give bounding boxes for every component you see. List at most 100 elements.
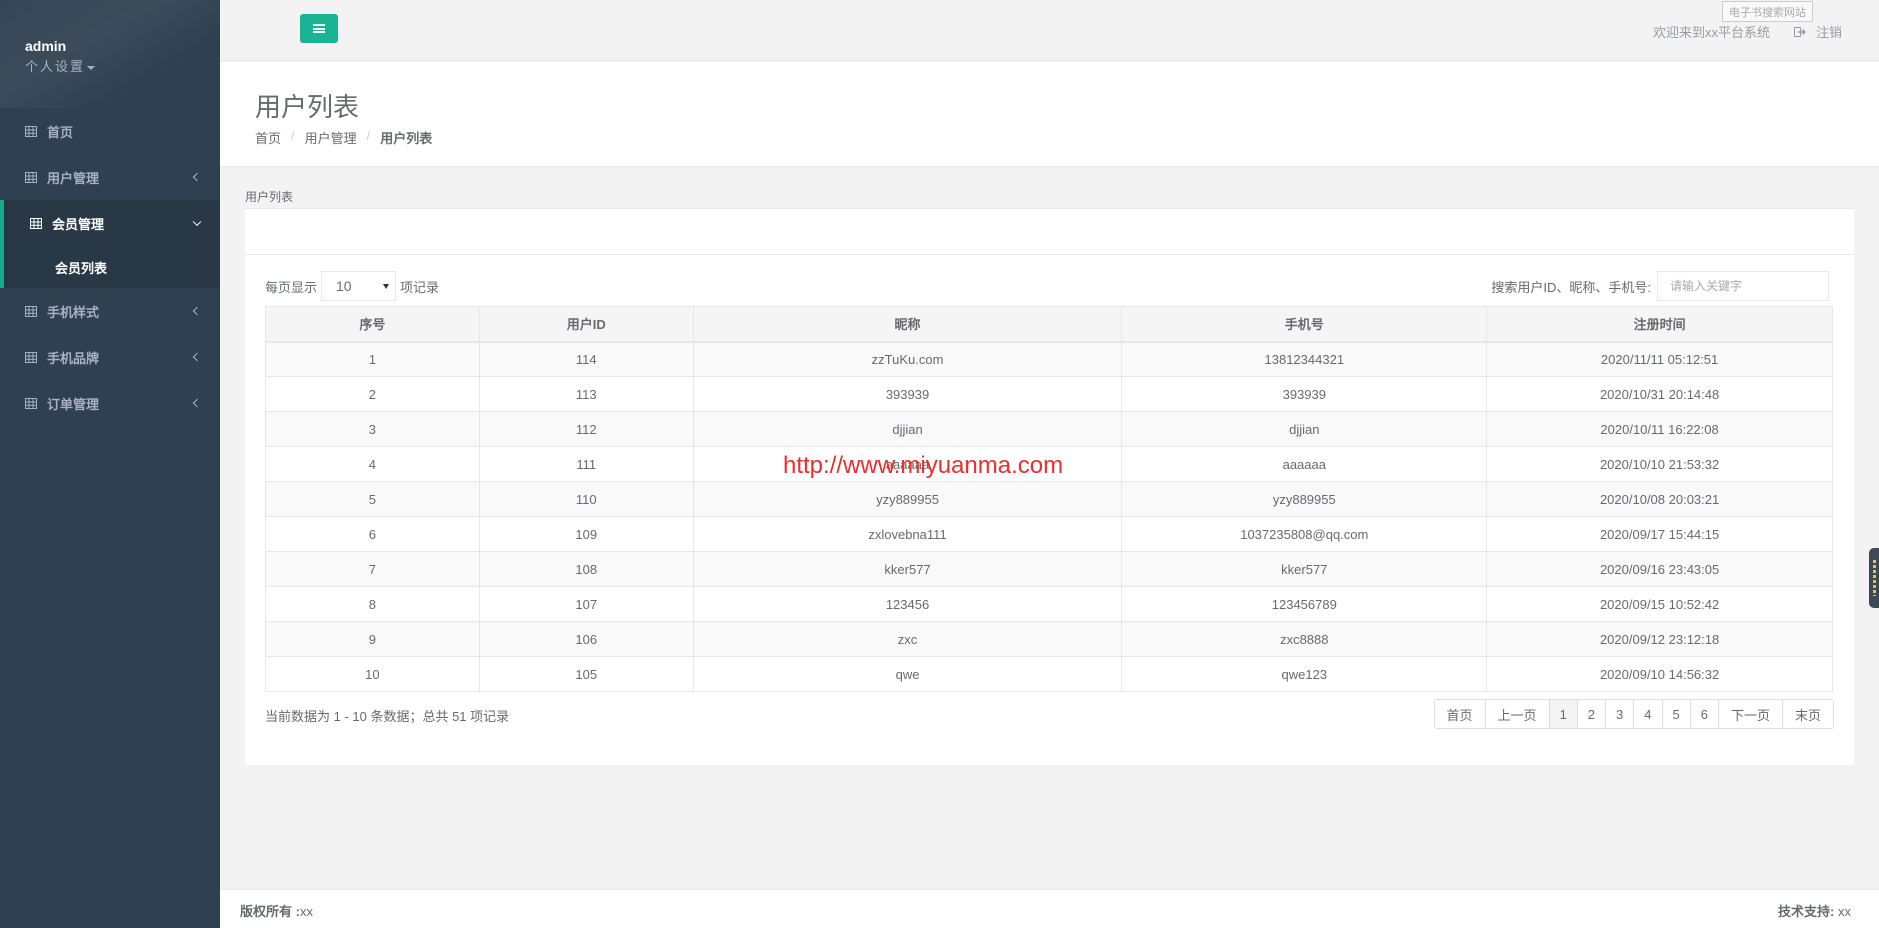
column-header-nickname[interactable]: 昵称 bbox=[692, 306, 1123, 343]
profile-name[interactable]: admin bbox=[25, 38, 220, 54]
sidebar-item-member-management[interactable]: 会员管理 bbox=[0, 200, 220, 246]
breadcrumb-item-user-management[interactable]: 用户管理 bbox=[305, 128, 357, 147]
sidebar-item-order-management[interactable]: 订单管理 bbox=[0, 380, 220, 426]
page-title: 用户列表 bbox=[255, 92, 360, 122]
cell-index: 5 bbox=[265, 481, 480, 517]
cell-phone: 13812344321 bbox=[1121, 341, 1488, 377]
column-header-register-time[interactable]: 注册时间 bbox=[1486, 306, 1833, 343]
pagination-first[interactable]: 首页 bbox=[1434, 700, 1485, 728]
meter-icon bbox=[1873, 560, 1876, 596]
pagination-last[interactable]: 末页 bbox=[1781, 700, 1833, 728]
pagination-page-2[interactable]: 2 bbox=[1576, 700, 1606, 728]
cell-user-id: 110 bbox=[478, 481, 694, 517]
breadcrumb-separator: / bbox=[291, 128, 295, 143]
cell-user-id: 108 bbox=[478, 551, 694, 587]
caret-down-icon bbox=[87, 65, 96, 70]
cell-phone: 123456789 bbox=[1121, 586, 1488, 622]
cell-index: 4 bbox=[265, 446, 480, 482]
pagination-page-5[interactable]: 5 bbox=[1661, 700, 1690, 728]
table-row: 5 110 yzy889955 yzy889955 2020/10/08 20:03:2… bbox=[265, 481, 1833, 517]
sidebar-toggle-button[interactable] bbox=[300, 14, 338, 43]
cell-phone: yzy889955 bbox=[1121, 481, 1488, 517]
page-heading: 用户列表 首页 / 用户管理 / 用户列表 bbox=[220, 62, 1879, 167]
chevron-left-icon bbox=[192, 352, 202, 362]
cell-nickname: djjian bbox=[692, 411, 1123, 447]
footer: 版权所有 :xx 技术支持: xx bbox=[220, 889, 1879, 928]
chevron-left-icon bbox=[192, 172, 202, 182]
pagination-prev[interactable]: 上一页 bbox=[1484, 700, 1549, 728]
pagination: 首页 上一页 1 2 3 4 5 6 下一页 末页 bbox=[1433, 699, 1834, 729]
sidebar: admin 个人设置 首页 用户管理 会员管理 会员列表 手机样式 手机品牌 订… bbox=[0, 0, 220, 928]
pagination-page-6[interactable]: 6 bbox=[1689, 700, 1718, 728]
cell-register-time: 2020/09/16 23:43:05 bbox=[1486, 551, 1833, 587]
table-icon bbox=[25, 397, 37, 409]
cell-nickname: qwe bbox=[692, 656, 1123, 692]
column-header-user-id[interactable]: 用户ID bbox=[478, 306, 694, 343]
tooltip: 电子书搜索网站 bbox=[1722, 1, 1813, 22]
cell-phone: zxc8888 bbox=[1121, 621, 1488, 657]
top-navbar: 欢迎来到xx平台系统 注销 bbox=[220, 0, 1879, 61]
copyright-label: 版权所有 : bbox=[240, 904, 300, 919]
cell-phone: aaaaaa bbox=[1121, 446, 1488, 482]
table-icon bbox=[25, 171, 37, 183]
column-header-phone[interactable]: 手机号 bbox=[1121, 306, 1488, 343]
table-row: 2 113 393939 393939 2020/10/31 20:14:48 bbox=[265, 376, 1833, 412]
cell-index: 6 bbox=[265, 516, 480, 552]
table-row: 10 105 qwe qwe123 2020/09/10 14:56:32 bbox=[265, 656, 1833, 692]
logout-link[interactable]: 注销 bbox=[1794, 22, 1842, 41]
cell-register-time: 2020/09/12 23:12:18 bbox=[1486, 621, 1833, 657]
breadcrumb-item-home[interactable]: 首页 bbox=[255, 128, 281, 147]
table-row: 7 108 kker577 kker577 2020/09/16 23:43:05 bbox=[265, 551, 1833, 587]
table-row: 6 109 zxlovebna111 1037235808@qq.com 2020/09… bbox=[265, 516, 1833, 552]
profile-settings-label: 个人设置 bbox=[25, 59, 86, 74]
table-icon bbox=[30, 217, 42, 229]
cell-phone: qwe123 bbox=[1121, 656, 1488, 692]
cell-nickname: 393939 bbox=[692, 376, 1123, 412]
cell-nickname: kker577 bbox=[692, 551, 1123, 587]
cell-nickname: yzy889955 bbox=[692, 481, 1123, 517]
cell-user-id: 105 bbox=[478, 656, 694, 692]
content-panel: 每页显示 10 项记录 搜索用户ID、昵称、手机号: 序号 用户ID 昵称 手机… bbox=[245, 208, 1854, 765]
chevron-left-icon bbox=[192, 306, 202, 316]
cell-register-time: 2020/09/17 15:44:15 bbox=[1486, 516, 1833, 552]
sidebar-item-label: 手机样式 bbox=[47, 304, 100, 320]
page-length-value: 10 bbox=[336, 278, 352, 294]
cell-register-time: 2020/11/11 05:12:51 bbox=[1486, 341, 1833, 377]
profile-background bbox=[0, 0, 220, 108]
page-length-suffix: 项记录 bbox=[400, 279, 440, 295]
user-table: 序号 用户ID 昵称 手机号 注册时间 1 114 zzTuKu.com 138123… bbox=[265, 306, 1833, 692]
chevron-down-icon bbox=[192, 217, 202, 227]
sidebar-item-home[interactable]: 首页 bbox=[0, 108, 220, 154]
pagination-page-1[interactable]: 1 bbox=[1548, 700, 1577, 728]
welcome-message: 欢迎来到xx平台系统 bbox=[1653, 25, 1771, 40]
sidebar-item-phone-style[interactable]: 手机样式 bbox=[0, 288, 220, 334]
table-info: 当前数据为 1 - 10 条数据；总共 51 项记录 bbox=[265, 709, 510, 724]
pagination-page-3[interactable]: 3 bbox=[1605, 700, 1634, 728]
page-length-select[interactable]: 10 bbox=[321, 271, 397, 301]
sidebar-subitem-member-list[interactable]: 会员列表 bbox=[0, 246, 220, 288]
table-row: 3 112 djjian djjian 2020/10/11 16:22:08 bbox=[265, 411, 1833, 447]
sidebar-item-user-management[interactable]: 用户管理 bbox=[0, 154, 220, 200]
hamburger-icon bbox=[313, 23, 325, 35]
search-input[interactable] bbox=[1657, 271, 1829, 301]
cell-phone: 393939 bbox=[1121, 376, 1488, 412]
cell-index: 3 bbox=[265, 411, 480, 447]
pagination-next[interactable]: 下一页 bbox=[1717, 700, 1782, 728]
panel-header bbox=[245, 209, 1854, 255]
table-icon bbox=[25, 125, 37, 137]
pagination-page-4[interactable]: 4 bbox=[1633, 700, 1662, 728]
table-row: 9 106 zxc zxc8888 2020/09/12 23:12:18 bbox=[265, 621, 1833, 657]
cell-user-id: 111 bbox=[478, 446, 694, 482]
breadcrumb-separator: / bbox=[366, 128, 371, 143]
caret-down-icon bbox=[383, 283, 390, 289]
cell-register-time: 2020/10/31 20:14:48 bbox=[1486, 376, 1833, 412]
cell-index: 10 bbox=[265, 656, 480, 692]
side-widget-handle[interactable] bbox=[1869, 548, 1879, 608]
table-row: 8 107 123456 123456789 2020/09/15 10:52:42 bbox=[265, 586, 1833, 622]
cell-user-id: 109 bbox=[478, 516, 694, 552]
column-header-index[interactable]: 序号 bbox=[265, 306, 480, 343]
profile-settings-dropdown[interactable]: 个人设置 bbox=[25, 56, 220, 75]
sidebar-item-phone-brand[interactable]: 手机品牌 bbox=[0, 334, 220, 380]
cell-nickname: 123456 bbox=[692, 586, 1123, 622]
table-icon bbox=[25, 351, 37, 363]
